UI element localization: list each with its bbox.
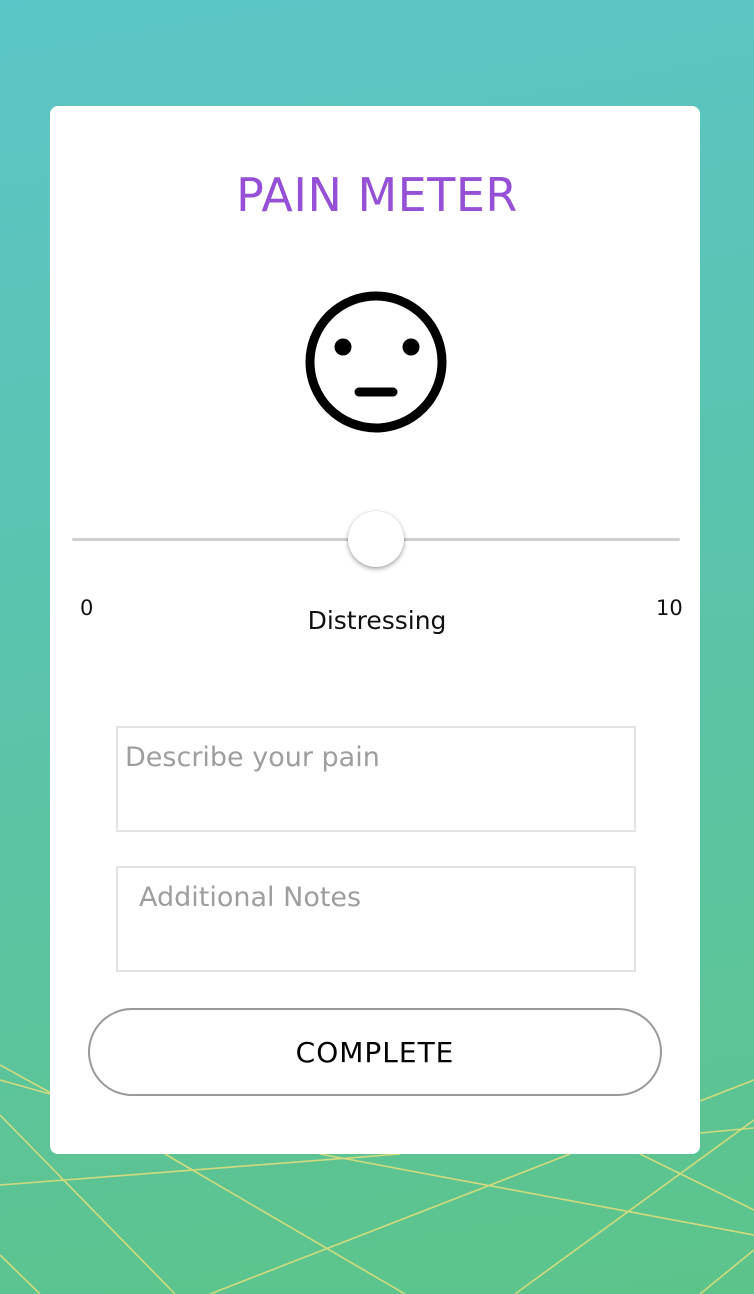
complete-button[interactable]: COMPLETE bbox=[88, 1008, 662, 1096]
pain-slider-thumb[interactable] bbox=[348, 511, 404, 567]
describe-pain-input[interactable] bbox=[116, 726, 636, 832]
page-title: PAIN METER bbox=[236, 168, 518, 222]
pain-level-label: Distressing bbox=[307, 606, 447, 635]
additional-notes-input[interactable] bbox=[116, 866, 636, 972]
neutral-face-icon bbox=[305, 291, 447, 433]
